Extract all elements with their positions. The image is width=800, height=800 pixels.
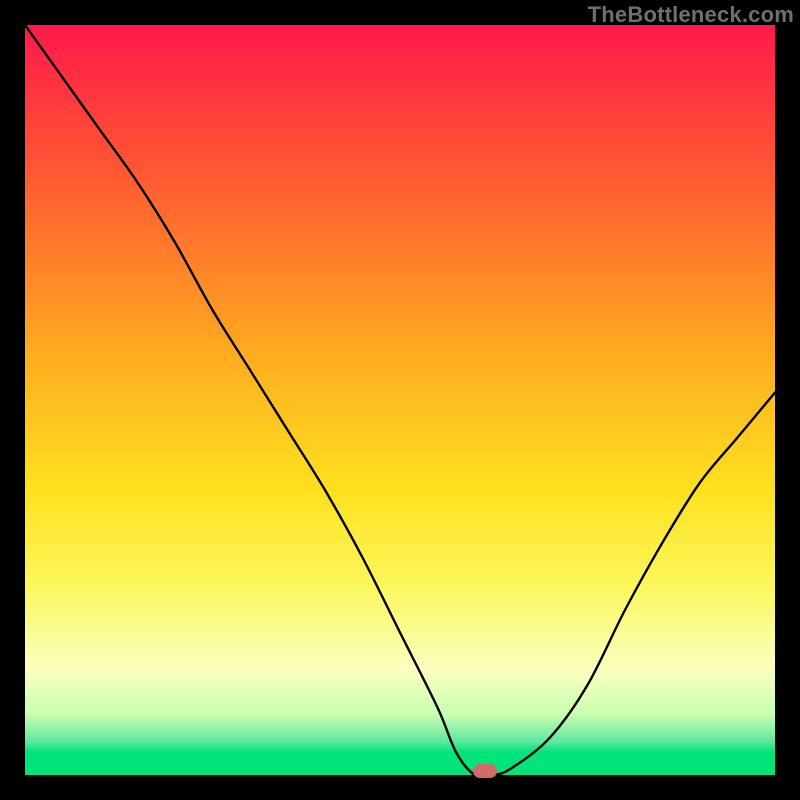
chart-frame: TheBottleneck.com <box>0 0 800 800</box>
bottleneck-curve <box>25 25 775 777</box>
optimal-marker <box>473 764 497 778</box>
curve-layer <box>25 25 775 775</box>
